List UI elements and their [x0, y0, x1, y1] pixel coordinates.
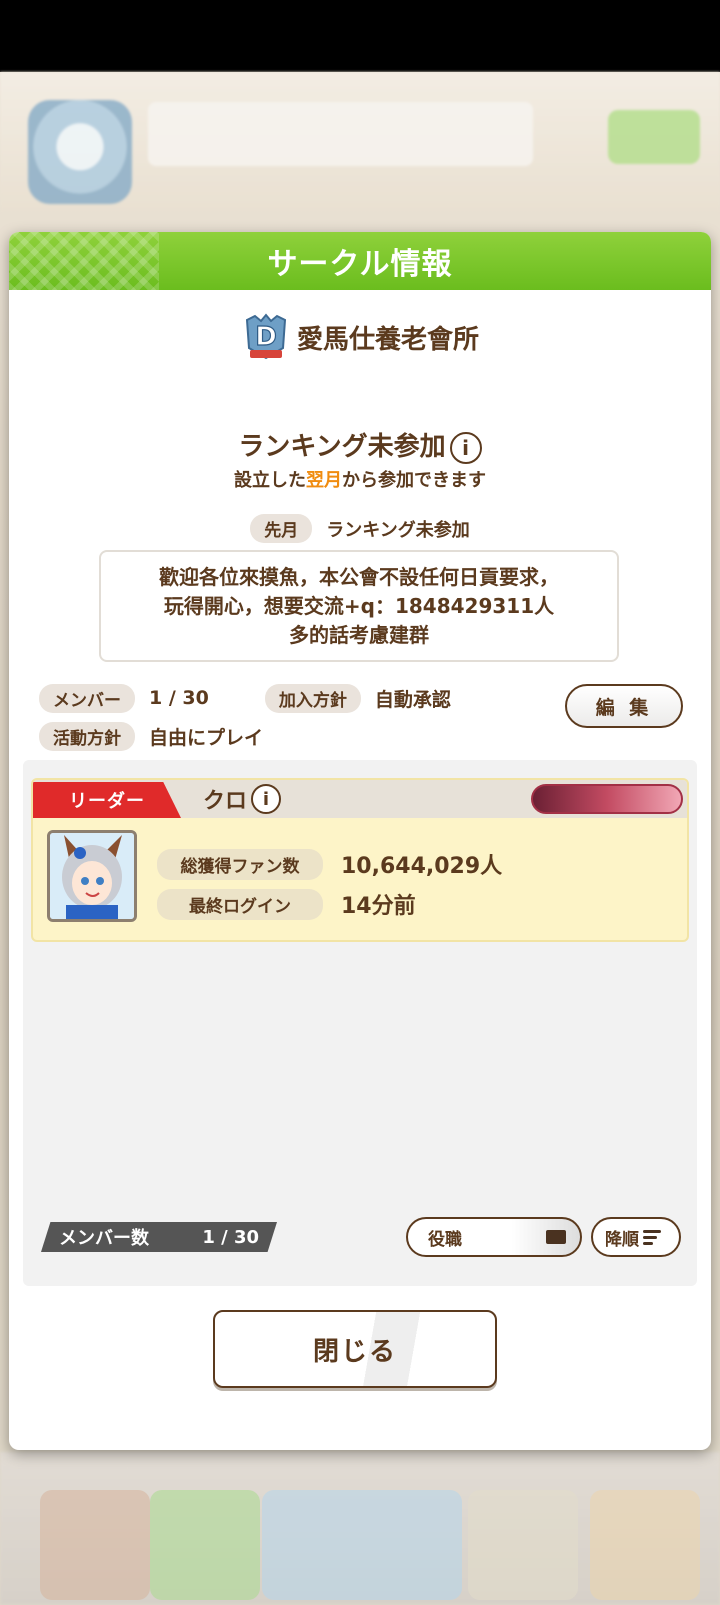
title-badge-image: [531, 784, 683, 814]
last-month-label: 先月: [250, 514, 313, 543]
circle-emblem-icon: D: [241, 312, 291, 362]
circle-name: 愛馬仕養老會所: [296, 324, 479, 355]
ranking-info-icon[interactable]: i: [449, 431, 482, 464]
sort-lines-icon: [643, 1229, 661, 1245]
member-list: リーダー クロ i 総獲得ファン数 10,644,029人 最終ログイン 14分…: [23, 760, 697, 1286]
last-login-value: 14分前: [341, 894, 416, 919]
fans-row: 総獲得ファン数 10,644,029人: [157, 844, 502, 884]
join-policy-label: 加入方針: [264, 683, 361, 713]
member-card-leader[interactable]: リーダー クロ i 総獲得ファン数 10,644,029人 最終ログイン 14分…: [31, 778, 689, 942]
leader-name-row: クロ i: [203, 782, 282, 816]
dialog-header: サークル情報: [9, 232, 711, 290]
close-button[interactable]: 閉じる: [213, 1310, 497, 1388]
fans-label: 総獲得ファン数: [157, 848, 323, 880]
dialog-title: サークル情報: [267, 247, 453, 282]
leader-card-body: 総獲得ファン数 10,644,029人 最終ログイン 14分前: [157, 844, 502, 924]
sort-order-label: 降順: [605, 1229, 639, 1250]
ranking-status: ランキング未参加 i: [9, 426, 711, 464]
activity-policy-value: 自由にプレイ: [149, 726, 264, 749]
circle-description: 歡迎各位來摸魚，本公會不設任何日貢要求， 玩得開心，想要交流+q：1848429…: [99, 550, 619, 662]
last-month-row: 先月 ランキング未参加: [9, 514, 711, 543]
ranking-sub-after: から参加できます: [342, 470, 486, 491]
leader-name: クロ: [203, 789, 248, 814]
role-filter-label: 役職: [428, 1229, 462, 1250]
member-count-tag: メンバー数 1 / 30: [41, 1222, 277, 1252]
member-count-value: 1 / 30: [202, 1226, 259, 1248]
circle-name-row: D 愛馬仕養老會所: [9, 312, 711, 362]
ranking-subtext: 設立した翌月から参加できます: [9, 466, 711, 492]
activity-policy-label: 活動方針: [39, 721, 135, 751]
last-month-value: ランキング未参加: [326, 519, 470, 541]
leader-tag: リーダー: [33, 782, 181, 818]
leader-info-icon[interactable]: i: [251, 784, 282, 814]
ranking-status-text: ランキング未参加: [238, 432, 446, 462]
sort-order-button[interactable]: 降順: [591, 1217, 681, 1257]
last-login-row: 最終ログイン 14分前: [157, 884, 502, 924]
circle-stats: メンバー 1 / 30 加入方針 自動承認 活動方針 自由にプレイ: [39, 679, 507, 755]
stats-row-2: 活動方針 自由にプレイ: [39, 717, 507, 755]
cards-icon: [546, 1230, 566, 1244]
member-card-header: リーダー クロ i: [33, 780, 687, 818]
last-login-label: 最終ログイン: [157, 888, 323, 920]
emblem-letter: D: [255, 322, 277, 352]
ranking-sub-highlight: 翌月: [306, 470, 342, 491]
role-filter-button[interactable]: 役職: [406, 1217, 582, 1257]
join-policy-value: 自動承認: [374, 688, 451, 711]
stats-row-1: メンバー 1 / 30 加入方針 自動承認: [39, 679, 507, 717]
fans-value: 10,644,029人: [341, 854, 503, 879]
leader-avatar: [47, 830, 137, 922]
circle-info-dialog: サークル情報 D 愛馬仕養老會所 ランキング未参加 i 設立した翌月から参加できま…: [9, 232, 711, 1450]
member-count-label: メンバー数: [59, 1228, 149, 1249]
edit-button[interactable]: 編 集: [565, 684, 683, 728]
ranking-sub-before: 設立した: [234, 470, 306, 491]
members-label: メンバー: [39, 683, 135, 713]
members-value: 1 / 30: [149, 687, 209, 709]
